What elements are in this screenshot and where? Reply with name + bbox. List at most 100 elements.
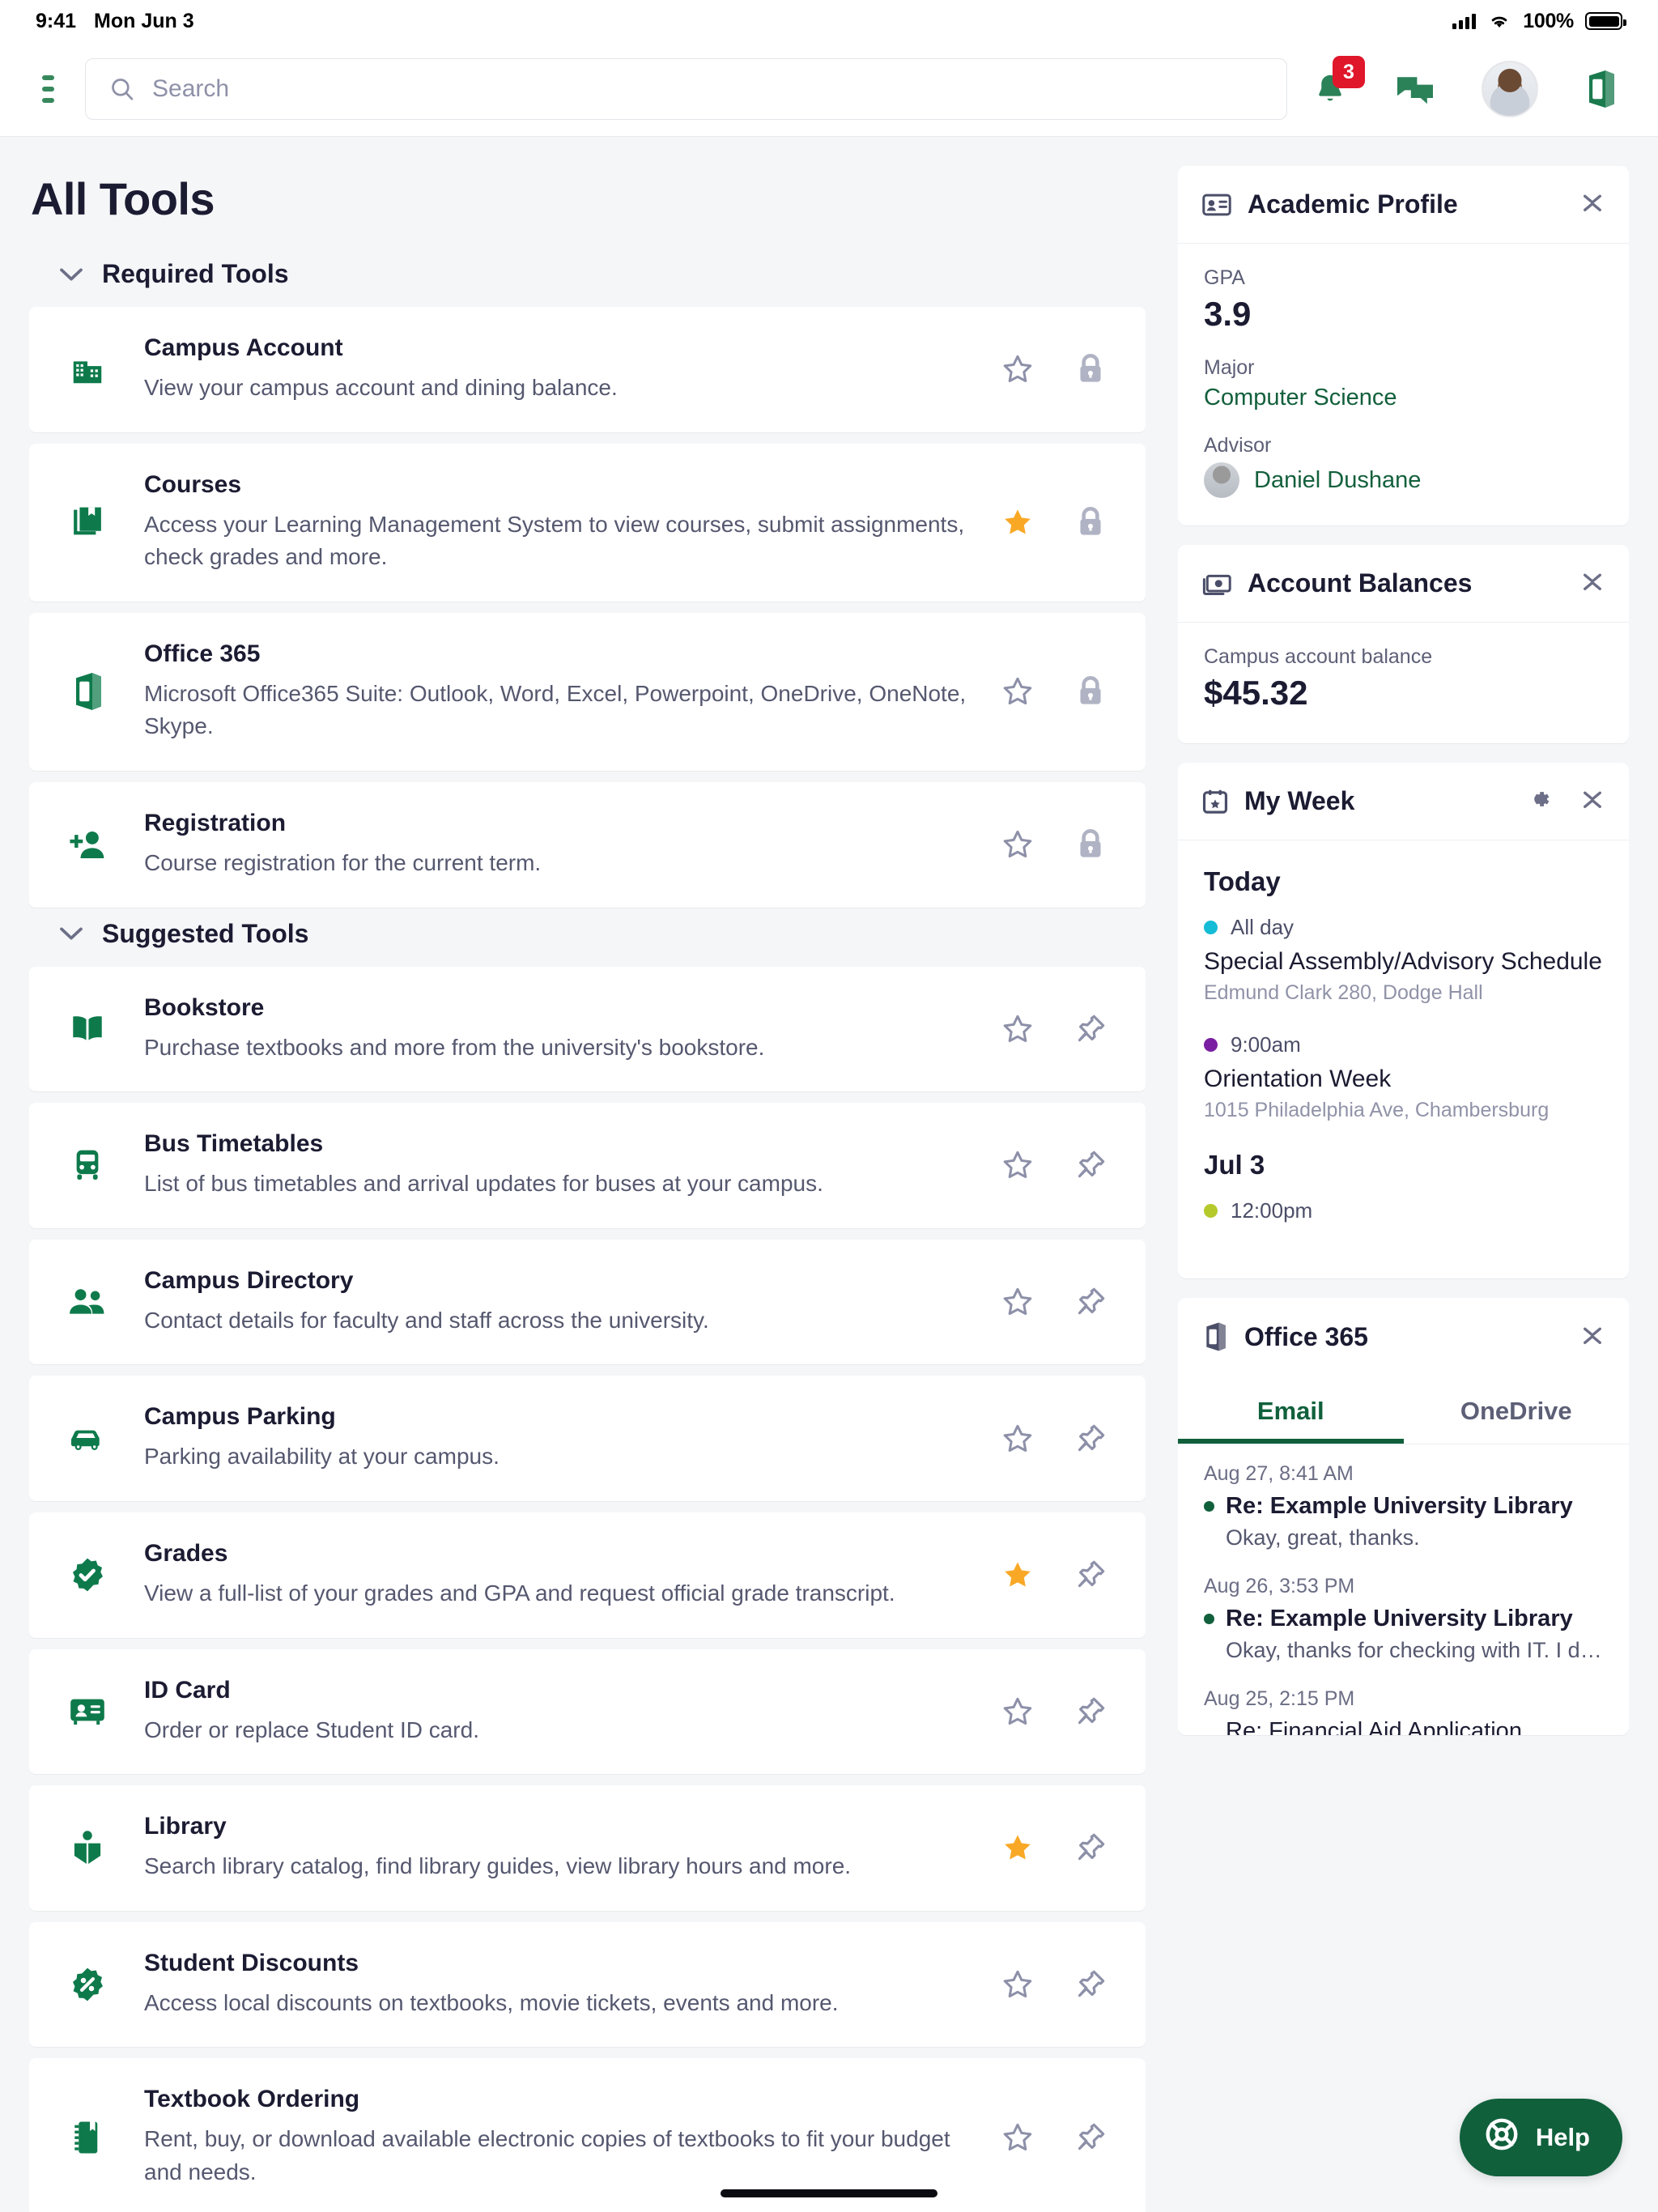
notifications-button[interactable]: 3: [1312, 56, 1365, 109]
favorite-star-icon[interactable]: [1000, 1557, 1035, 1593]
major-value[interactable]: Computer Science: [1204, 385, 1603, 411]
notifications-badge: 3: [1333, 56, 1365, 88]
book-stack-icon: [65, 504, 110, 541]
office-365-icon: [65, 671, 110, 712]
tool-card[interactable]: Campus Account View your campus account …: [29, 307, 1146, 432]
tool-name: Office 365: [144, 640, 261, 667]
favorite-star-icon[interactable]: [1000, 1147, 1035, 1183]
money-icon: [1202, 572, 1231, 595]
pin-icon[interactable]: [1073, 1284, 1108, 1320]
gear-icon[interactable]: [1525, 785, 1553, 817]
collapse-chevrons-icon[interactable]: [1580, 1321, 1605, 1353]
lock-icon[interactable]: [1073, 504, 1108, 540]
tool-card[interactable]: Office 365 Microsoft Office365 Suite: Ou…: [29, 612, 1146, 771]
tool-card[interactable]: ID Card Order or replace Student ID card…: [29, 1648, 1146, 1775]
tool-card[interactable]: Textbook Ordering Rent, buy, or download…: [29, 2058, 1146, 2212]
tool-card[interactable]: Courses Access your Learning Management …: [29, 443, 1146, 602]
user-avatar: [1482, 61, 1538, 117]
pin-icon[interactable]: [1073, 1011, 1108, 1047]
lock-icon[interactable]: [1073, 351, 1108, 387]
favorite-star-icon[interactable]: [1000, 2120, 1035, 2155]
email-list-item[interactable]: Aug 27, 8:41 AM Re: Example University L…: [1204, 1462, 1603, 1551]
favorite-star-icon[interactable]: [1000, 1694, 1035, 1729]
tool-actions: [1000, 1011, 1121, 1047]
tool-text: Campus Parking Parking availability at y…: [110, 1376, 1000, 1501]
page-title: All Tools: [31, 173, 215, 224]
pin-icon[interactable]: [1073, 2120, 1108, 2155]
pin-icon[interactable]: [1073, 1421, 1108, 1457]
tool-card[interactable]: Bus Timetables List of bus timetables an…: [29, 1103, 1146, 1228]
tool-card[interactable]: Campus Parking Parking availability at y…: [29, 1376, 1146, 1501]
office-365-icon: [1202, 1321, 1228, 1353]
tool-card[interactable]: Campus Directory Contact details for fac…: [29, 1239, 1146, 1365]
pin-icon[interactable]: [1073, 1830, 1108, 1865]
avatar[interactable]: [1482, 61, 1538, 117]
pin-icon[interactable]: [1073, 1967, 1108, 2002]
email-subject-row: Re: Example University Library: [1204, 1606, 1603, 1632]
tool-text: Grades View a full-list of your grades a…: [110, 1512, 1000, 1638]
messages-button[interactable]: [1394, 70, 1436, 108]
tool-card[interactable]: Bookstore Purchase textbooks and more fr…: [29, 966, 1146, 1092]
favorite-star-icon[interactable]: [1000, 1011, 1035, 1047]
calendar-event[interactable]: All day Special Assembly/Advisory Schedu…: [1204, 915, 1603, 1005]
lock-icon[interactable]: [1073, 827, 1108, 862]
favorite-star-icon[interactable]: [1000, 1284, 1035, 1320]
pin-icon[interactable]: [1073, 1147, 1108, 1183]
help-button[interactable]: Help: [1459, 2099, 1622, 2176]
tool-card[interactable]: Library Search library catalog, find lib…: [29, 1785, 1146, 1911]
collapse-chevrons-icon[interactable]: [1580, 189, 1605, 220]
favorite-star-icon[interactable]: [1000, 351, 1035, 387]
office365-tab[interactable]: OneDrive: [1404, 1376, 1630, 1444]
collapse-chevrons-icon[interactable]: [1580, 568, 1605, 599]
favorite-star-icon[interactable]: [1000, 1421, 1035, 1457]
building-icon: [65, 351, 110, 388]
advisor-row[interactable]: Daniel Dushane: [1204, 462, 1603, 498]
bus-icon: [65, 1146, 110, 1184]
lock-icon[interactable]: [1073, 674, 1108, 709]
favorite-star-icon[interactable]: [1000, 1830, 1035, 1865]
office-365-button[interactable]: [1584, 69, 1618, 109]
tool-actions: [1000, 1830, 1121, 1865]
tool-group-header[interactable]: Suggested Tools: [58, 919, 1146, 949]
favorite-star-icon[interactable]: [1000, 827, 1035, 862]
tool-actions: [1000, 1147, 1121, 1183]
tool-text: Bus Timetables List of bus timetables an…: [110, 1103, 1000, 1228]
tool-text: Library Search library catalog, find lib…: [110, 1785, 1000, 1911]
calendar-event[interactable]: 9:00am Orientation Week 1015 Philadelphi…: [1204, 1032, 1603, 1122]
email-list-item[interactable]: Aug 25, 2:15 PM Re: Financial Aid Applic…: [1204, 1687, 1603, 1735]
tool-description: Parking availability at your campus.: [144, 1444, 500, 1470]
gpa-value: 3.9: [1204, 295, 1252, 333]
academic-profile-widget: Academic Profile GPA 3.9 Major Computer …: [1178, 166, 1629, 525]
tool-name: Campus Account: [144, 334, 343, 361]
office365-tabs: Email OneDrive: [1178, 1376, 1629, 1444]
advisor-label: Advisor: [1204, 434, 1272, 457]
email-list-item[interactable]: Aug 26, 3:53 PM Re: Example University L…: [1204, 1575, 1603, 1663]
tool-actions: [1000, 674, 1121, 709]
search-input[interactable]: [152, 75, 1264, 103]
email-subject-row: Re: Example University Library: [1204, 1493, 1603, 1520]
tool-text: Office 365 Microsoft Office365 Suite: Ou…: [110, 613, 1000, 771]
office365-tab[interactable]: Email: [1178, 1376, 1404, 1444]
collapse-chevrons-icon[interactable]: [1580, 785, 1605, 817]
pin-icon[interactable]: [1073, 1694, 1108, 1729]
favorite-star-icon[interactable]: [1000, 674, 1035, 709]
advisor-name[interactable]: Daniel Dushane: [1254, 467, 1421, 494]
life-ring-icon: [1484, 2116, 1520, 2159]
tool-card[interactable]: Grades View a full-list of your grades a…: [29, 1512, 1146, 1638]
pin-icon[interactable]: [1073, 1557, 1108, 1593]
tool-name: Textbook Ordering: [144, 2086, 360, 2113]
calendar-event[interactable]: 12:00pm: [1204, 1198, 1603, 1223]
search-bar[interactable]: [85, 58, 1287, 120]
tools-column: All Tools Required Tools Campus Account …: [0, 137, 1178, 2212]
event-time: All day: [1231, 915, 1295, 939]
discount-badge-icon: [65, 1966, 110, 2003]
hamburger-menu-icon[interactable]: [42, 71, 54, 107]
favorite-star-icon[interactable]: [1000, 504, 1035, 540]
event-color-dot: [1204, 1204, 1218, 1218]
tool-name: Courses: [144, 470, 242, 498]
favorite-star-icon[interactable]: [1000, 1967, 1035, 2002]
tool-text: Courses Access your Learning Management …: [110, 444, 1000, 602]
tool-card[interactable]: Registration Course registration for the…: [29, 781, 1146, 908]
tool-card[interactable]: Student Discounts Access local discounts…: [29, 1921, 1146, 2048]
tool-group-header[interactable]: Required Tools: [58, 259, 1146, 289]
